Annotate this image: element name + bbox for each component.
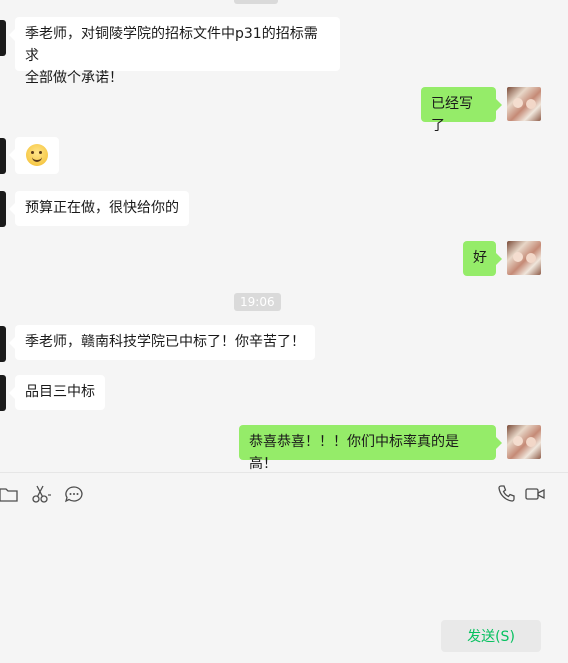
phone-icon[interactable] bbox=[496, 483, 518, 505]
message-input[interactable] bbox=[0, 510, 568, 610]
message-text: 恭喜恭喜！！！你们中标率真的是高！ bbox=[249, 434, 459, 472]
smile-emoji-icon bbox=[26, 144, 48, 166]
message-text: 品目三中标 bbox=[25, 384, 95, 400]
video-call-icon[interactable] bbox=[524, 483, 546, 505]
folder-icon[interactable] bbox=[0, 483, 20, 505]
timestamp-badge-top bbox=[234, 0, 278, 4]
message-text: 季老师，对铜陵学院的招标文件中p31的招标需求 bbox=[25, 26, 318, 64]
contact-avatar[interactable] bbox=[0, 138, 6, 174]
chat-bubble-icon[interactable] bbox=[63, 483, 85, 505]
input-divider bbox=[0, 472, 568, 473]
message-text: 已经写了 bbox=[431, 96, 473, 134]
my-avatar[interactable] bbox=[507, 241, 541, 275]
message-text: 季老师，赣南科技学院已中标了！你辛苦了！ bbox=[25, 334, 305, 350]
contact-avatar[interactable] bbox=[0, 191, 6, 227]
send-button[interactable]: 发送(S) bbox=[441, 620, 541, 652]
message-text: 预算正在做，很快给你的 bbox=[25, 200, 179, 216]
message-text: 好 bbox=[473, 250, 487, 266]
message-bubble-incoming[interactable]: 季老师，赣南科技学院已中标了！你辛苦了！ bbox=[9, 325, 315, 360]
message-bubble-incoming[interactable]: 品目三中标 bbox=[9, 375, 105, 410]
message-bubble-outgoing[interactable]: 恭喜恭喜！！！你们中标率真的是高！ bbox=[239, 425, 502, 472]
message-bubble-incoming[interactable]: 预算正在做，很快给你的 bbox=[9, 191, 189, 226]
timestamp-badge: 19:06 bbox=[234, 293, 281, 311]
my-avatar[interactable] bbox=[507, 87, 541, 121]
my-avatar[interactable] bbox=[507, 425, 541, 459]
input-toolbar bbox=[0, 483, 568, 507]
contact-avatar[interactable] bbox=[0, 326, 6, 362]
scissors-icon[interactable] bbox=[30, 483, 52, 505]
chat-message-area[interactable]: 季老师，对铜陵学院的招标文件中p31的招标需求 全部做个承诺！ 已经写了 预算正… bbox=[0, 0, 568, 472]
message-bubble-incoming[interactable]: 季老师，对铜陵学院的招标文件中p31的招标需求 全部做个承诺！ bbox=[9, 17, 340, 86]
message-bubble-outgoing[interactable]: 已经写了 bbox=[421, 87, 502, 134]
contact-avatar[interactable] bbox=[0, 375, 6, 411]
message-text: 全部做个承诺！ bbox=[25, 70, 123, 86]
contact-avatar[interactable] bbox=[0, 20, 6, 56]
message-bubble-outgoing[interactable]: 好 bbox=[463, 241, 502, 276]
message-bubble-incoming[interactable] bbox=[9, 137, 59, 174]
